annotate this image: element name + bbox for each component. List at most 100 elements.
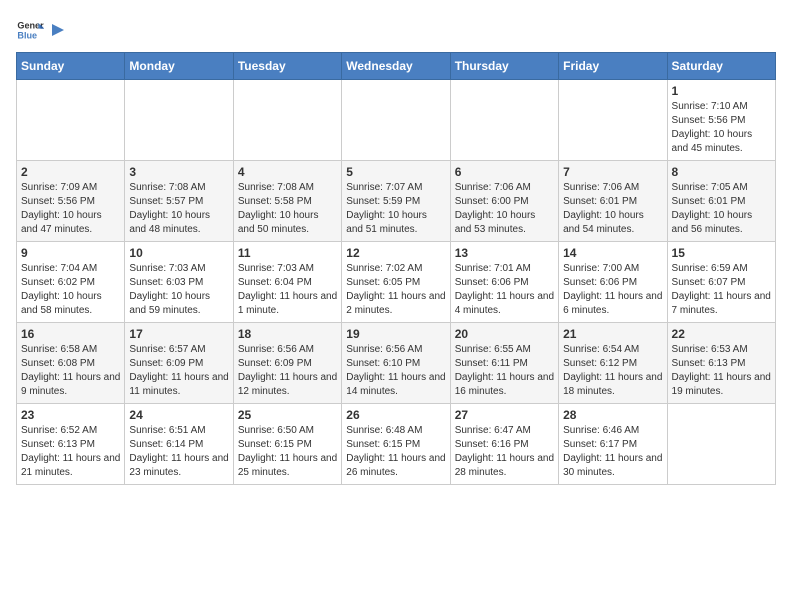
day-number: 25: [238, 408, 337, 422]
day-number: 12: [346, 246, 445, 260]
calendar-cell: 24 Sunrise: 6:51 AM Sunset: 6:14 PM Dayli…: [125, 404, 233, 485]
calendar-cell: 28Sunrise: 6:46 AM Sunset: 6:17 PM Dayli…: [559, 404, 667, 485]
logo: General Blue: [16, 16, 66, 44]
day-info: Sunrise: 6:53 AM Sunset: 6:13 PM Dayligh…: [672, 343, 771, 399]
header-monday: Monday: [125, 53, 233, 80]
day-number: 19: [346, 327, 445, 341]
day-number: 24: [129, 408, 228, 422]
day-number: 23: [21, 408, 120, 422]
calendar-cell: [667, 404, 775, 485]
day-number: 17: [129, 327, 228, 341]
calendar-cell: 9 Sunrise: 7:04 AM Sunset: 6:02 PM Daylig…: [17, 242, 125, 323]
day-number: 28: [563, 408, 662, 422]
calendar-cell: 5Sunrise: 7:07 AM Sunset: 5:59 PM Daylig…: [342, 161, 450, 242]
day-info: Sunrise: 6:56 AM Sunset: 6:09 PM Dayligh…: [238, 343, 337, 399]
day-number: 6: [455, 165, 554, 179]
calendar-cell: 15 Sunrise: 6:59 AM Sunset: 6:07 PM Dayli…: [667, 242, 775, 323]
calendar-cell: 11 Sunrise: 7:03 AM Sunset: 6:04 PM Dayli…: [233, 242, 341, 323]
day-number: 22: [672, 327, 771, 341]
day-number: 16: [21, 327, 120, 341]
header-saturday: Saturday: [667, 53, 775, 80]
day-info: Sunrise: 7:06 AM Sunset: 6:01 PM Dayligh…: [563, 181, 662, 237]
day-info: Sunrise: 7:08 AM Sunset: 5:58 PM Dayligh…: [238, 181, 337, 237]
calendar-cell: 10 Sunrise: 7:03 AM Sunset: 6:03 PM Dayli…: [125, 242, 233, 323]
day-number: 5: [346, 165, 445, 179]
calendar-cell: 26 Sunrise: 6:48 AM Sunset: 6:15 PM Dayli…: [342, 404, 450, 485]
day-number: 1: [672, 84, 771, 98]
day-number: 26: [346, 408, 445, 422]
calendar-cell: 21 Sunrise: 6:54 AM Sunset: 6:12 PM Dayli…: [559, 323, 667, 404]
day-info: Sunrise: 6:47 AM Sunset: 6:16 PM Dayligh…: [455, 424, 554, 480]
calendar-cell: [342, 80, 450, 161]
day-info: Sunrise: 6:59 AM Sunset: 6:07 PM Dayligh…: [672, 262, 771, 318]
day-info: Sunrise: 6:48 AM Sunset: 6:15 PM Dayligh…: [346, 424, 445, 480]
calendar-cell: [450, 80, 558, 161]
header-tuesday: Tuesday: [233, 53, 341, 80]
calendar-cell: 17 Sunrise: 6:57 AM Sunset: 6:09 PM Dayli…: [125, 323, 233, 404]
day-info: Sunrise: 7:01 AM Sunset: 6:06 PM Dayligh…: [455, 262, 554, 318]
day-info: Sunrise: 6:50 AM Sunset: 6:15 PM Dayligh…: [238, 424, 337, 480]
day-info: Sunrise: 7:05 AM Sunset: 6:01 PM Dayligh…: [672, 181, 771, 237]
header-wednesday: Wednesday: [342, 53, 450, 80]
day-number: 27: [455, 408, 554, 422]
day-number: 10: [129, 246, 228, 260]
day-number: 18: [238, 327, 337, 341]
day-info: Sunrise: 6:55 AM Sunset: 6:11 PM Dayligh…: [455, 343, 554, 399]
day-info: Sunrise: 7:06 AM Sunset: 6:00 PM Dayligh…: [455, 181, 554, 237]
calendar-cell: [125, 80, 233, 161]
day-info: Sunrise: 6:57 AM Sunset: 6:09 PM Dayligh…: [129, 343, 228, 399]
calendar-header-row: SundayMondayTuesdayWednesdayThursdayFrid…: [17, 53, 776, 80]
calendar-cell: 4 Sunrise: 7:08 AM Sunset: 5:58 PM Daylig…: [233, 161, 341, 242]
calendar-cell: 13Sunrise: 7:01 AM Sunset: 6:06 PM Dayli…: [450, 242, 558, 323]
header-thursday: Thursday: [450, 53, 558, 80]
day-info: Sunrise: 6:58 AM Sunset: 6:08 PM Dayligh…: [21, 343, 120, 399]
day-info: Sunrise: 6:54 AM Sunset: 6:12 PM Dayligh…: [563, 343, 662, 399]
calendar-cell: 3 Sunrise: 7:08 AM Sunset: 5:57 PM Daylig…: [125, 161, 233, 242]
day-info: Sunrise: 7:02 AM Sunset: 6:05 PM Dayligh…: [346, 262, 445, 318]
calendar-cell: 18 Sunrise: 6:56 AM Sunset: 6:09 PM Dayli…: [233, 323, 341, 404]
calendar-cell: 19 Sunrise: 6:56 AM Sunset: 6:10 PM Dayli…: [342, 323, 450, 404]
day-number: 8: [672, 165, 771, 179]
logo-flag-icon: [50, 22, 66, 38]
header: General Blue: [16, 16, 776, 44]
calendar-cell: 2Sunrise: 7:09 AM Sunset: 5:56 PM Daylig…: [17, 161, 125, 242]
calendar-cell: 7 Sunrise: 7:06 AM Sunset: 6:01 PM Daylig…: [559, 161, 667, 242]
day-number: 15: [672, 246, 771, 260]
day-number: 7: [563, 165, 662, 179]
day-info: Sunrise: 6:51 AM Sunset: 6:14 PM Dayligh…: [129, 424, 228, 480]
calendar-week-2: 9 Sunrise: 7:04 AM Sunset: 6:02 PM Daylig…: [17, 242, 776, 323]
calendar-cell: 20Sunrise: 6:55 AM Sunset: 6:11 PM Dayli…: [450, 323, 558, 404]
calendar-week-1: 2Sunrise: 7:09 AM Sunset: 5:56 PM Daylig…: [17, 161, 776, 242]
day-info: Sunrise: 7:03 AM Sunset: 6:04 PM Dayligh…: [238, 262, 337, 318]
day-info: Sunrise: 7:03 AM Sunset: 6:03 PM Dayligh…: [129, 262, 228, 318]
calendar-cell: 22 Sunrise: 6:53 AM Sunset: 6:13 PM Dayli…: [667, 323, 775, 404]
day-info: Sunrise: 7:10 AM Sunset: 5:56 PM Dayligh…: [672, 100, 771, 156]
header-friday: Friday: [559, 53, 667, 80]
day-info: Sunrise: 6:56 AM Sunset: 6:10 PM Dayligh…: [346, 343, 445, 399]
day-info: Sunrise: 6:52 AM Sunset: 6:13 PM Dayligh…: [21, 424, 120, 480]
day-number: 11: [238, 246, 337, 260]
day-info: Sunrise: 7:00 AM Sunset: 6:06 PM Dayligh…: [563, 262, 662, 318]
day-number: 14: [563, 246, 662, 260]
calendar-table: SundayMondayTuesdayWednesdayThursdayFrid…: [16, 52, 776, 485]
calendar-cell: 8 Sunrise: 7:05 AM Sunset: 6:01 PM Daylig…: [667, 161, 775, 242]
day-number: 21: [563, 327, 662, 341]
calendar-cell: [559, 80, 667, 161]
day-number: 9: [21, 246, 120, 260]
day-info: Sunrise: 7:04 AM Sunset: 6:02 PM Dayligh…: [21, 262, 120, 318]
svg-text:Blue: Blue: [17, 30, 37, 40]
day-info: Sunrise: 7:08 AM Sunset: 5:57 PM Dayligh…: [129, 181, 228, 237]
calendar-cell: [233, 80, 341, 161]
header-sunday: Sunday: [17, 53, 125, 80]
calendar-cell: 12 Sunrise: 7:02 AM Sunset: 6:05 PM Dayli…: [342, 242, 450, 323]
day-number: 4: [238, 165, 337, 179]
calendar-week-4: 23 Sunrise: 6:52 AM Sunset: 6:13 PM Dayli…: [17, 404, 776, 485]
day-number: 3: [129, 165, 228, 179]
calendar-cell: 14 Sunrise: 7:00 AM Sunset: 6:06 PM Dayli…: [559, 242, 667, 323]
calendar-cell: 1 Sunrise: 7:10 AM Sunset: 5:56 PM Daylig…: [667, 80, 775, 161]
logo-icon: General Blue: [16, 16, 44, 44]
calendar-cell: 25 Sunrise: 6:50 AM Sunset: 6:15 PM Dayli…: [233, 404, 341, 485]
calendar-week-0: 1 Sunrise: 7:10 AM Sunset: 5:56 PM Daylig…: [17, 80, 776, 161]
calendar-cell: 27 Sunrise: 6:47 AM Sunset: 6:16 PM Dayli…: [450, 404, 558, 485]
day-info: Sunrise: 7:09 AM Sunset: 5:56 PM Dayligh…: [21, 181, 120, 237]
